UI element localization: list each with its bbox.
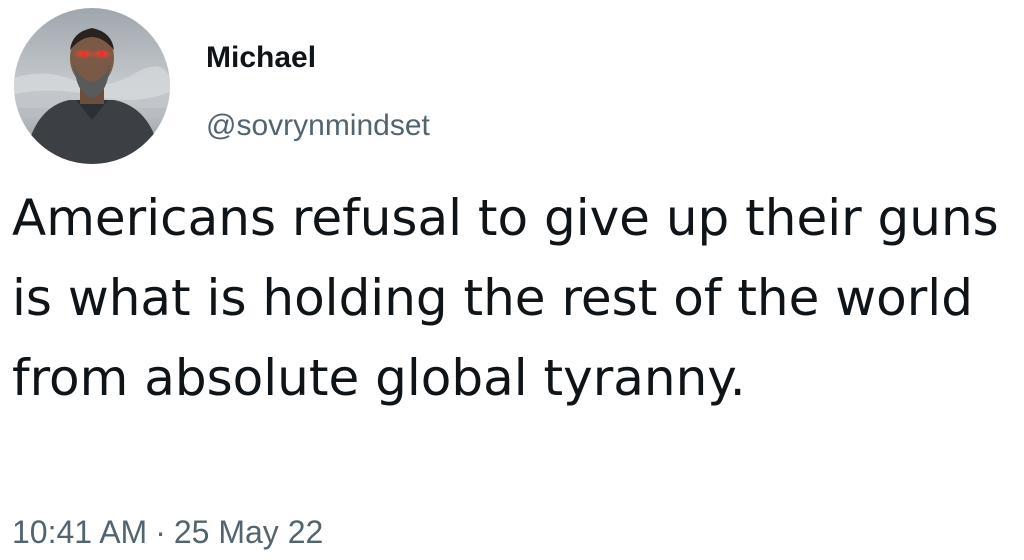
avatar[interactable]: [14, 8, 170, 164]
avatar-image: [14, 8, 170, 164]
tweet-header: Michael @sovrynmindset: [14, 8, 1014, 168]
meta-separator: ·: [155, 514, 166, 550]
tweet-meta: 10:41 AM · 25 May 22: [12, 512, 323, 552]
tweet-text: Americans refusal to give up their guns …: [12, 189, 999, 407]
user-handle[interactable]: @sovrynmindset: [206, 108, 430, 144]
tweet-time[interactable]: 10:41 AM: [12, 514, 147, 550]
tweet-date[interactable]: 25 May 22: [174, 514, 323, 550]
tweet-card: Michael @sovrynmindset Americans refusal…: [0, 0, 1024, 560]
display-name[interactable]: Michael: [206, 40, 316, 76]
